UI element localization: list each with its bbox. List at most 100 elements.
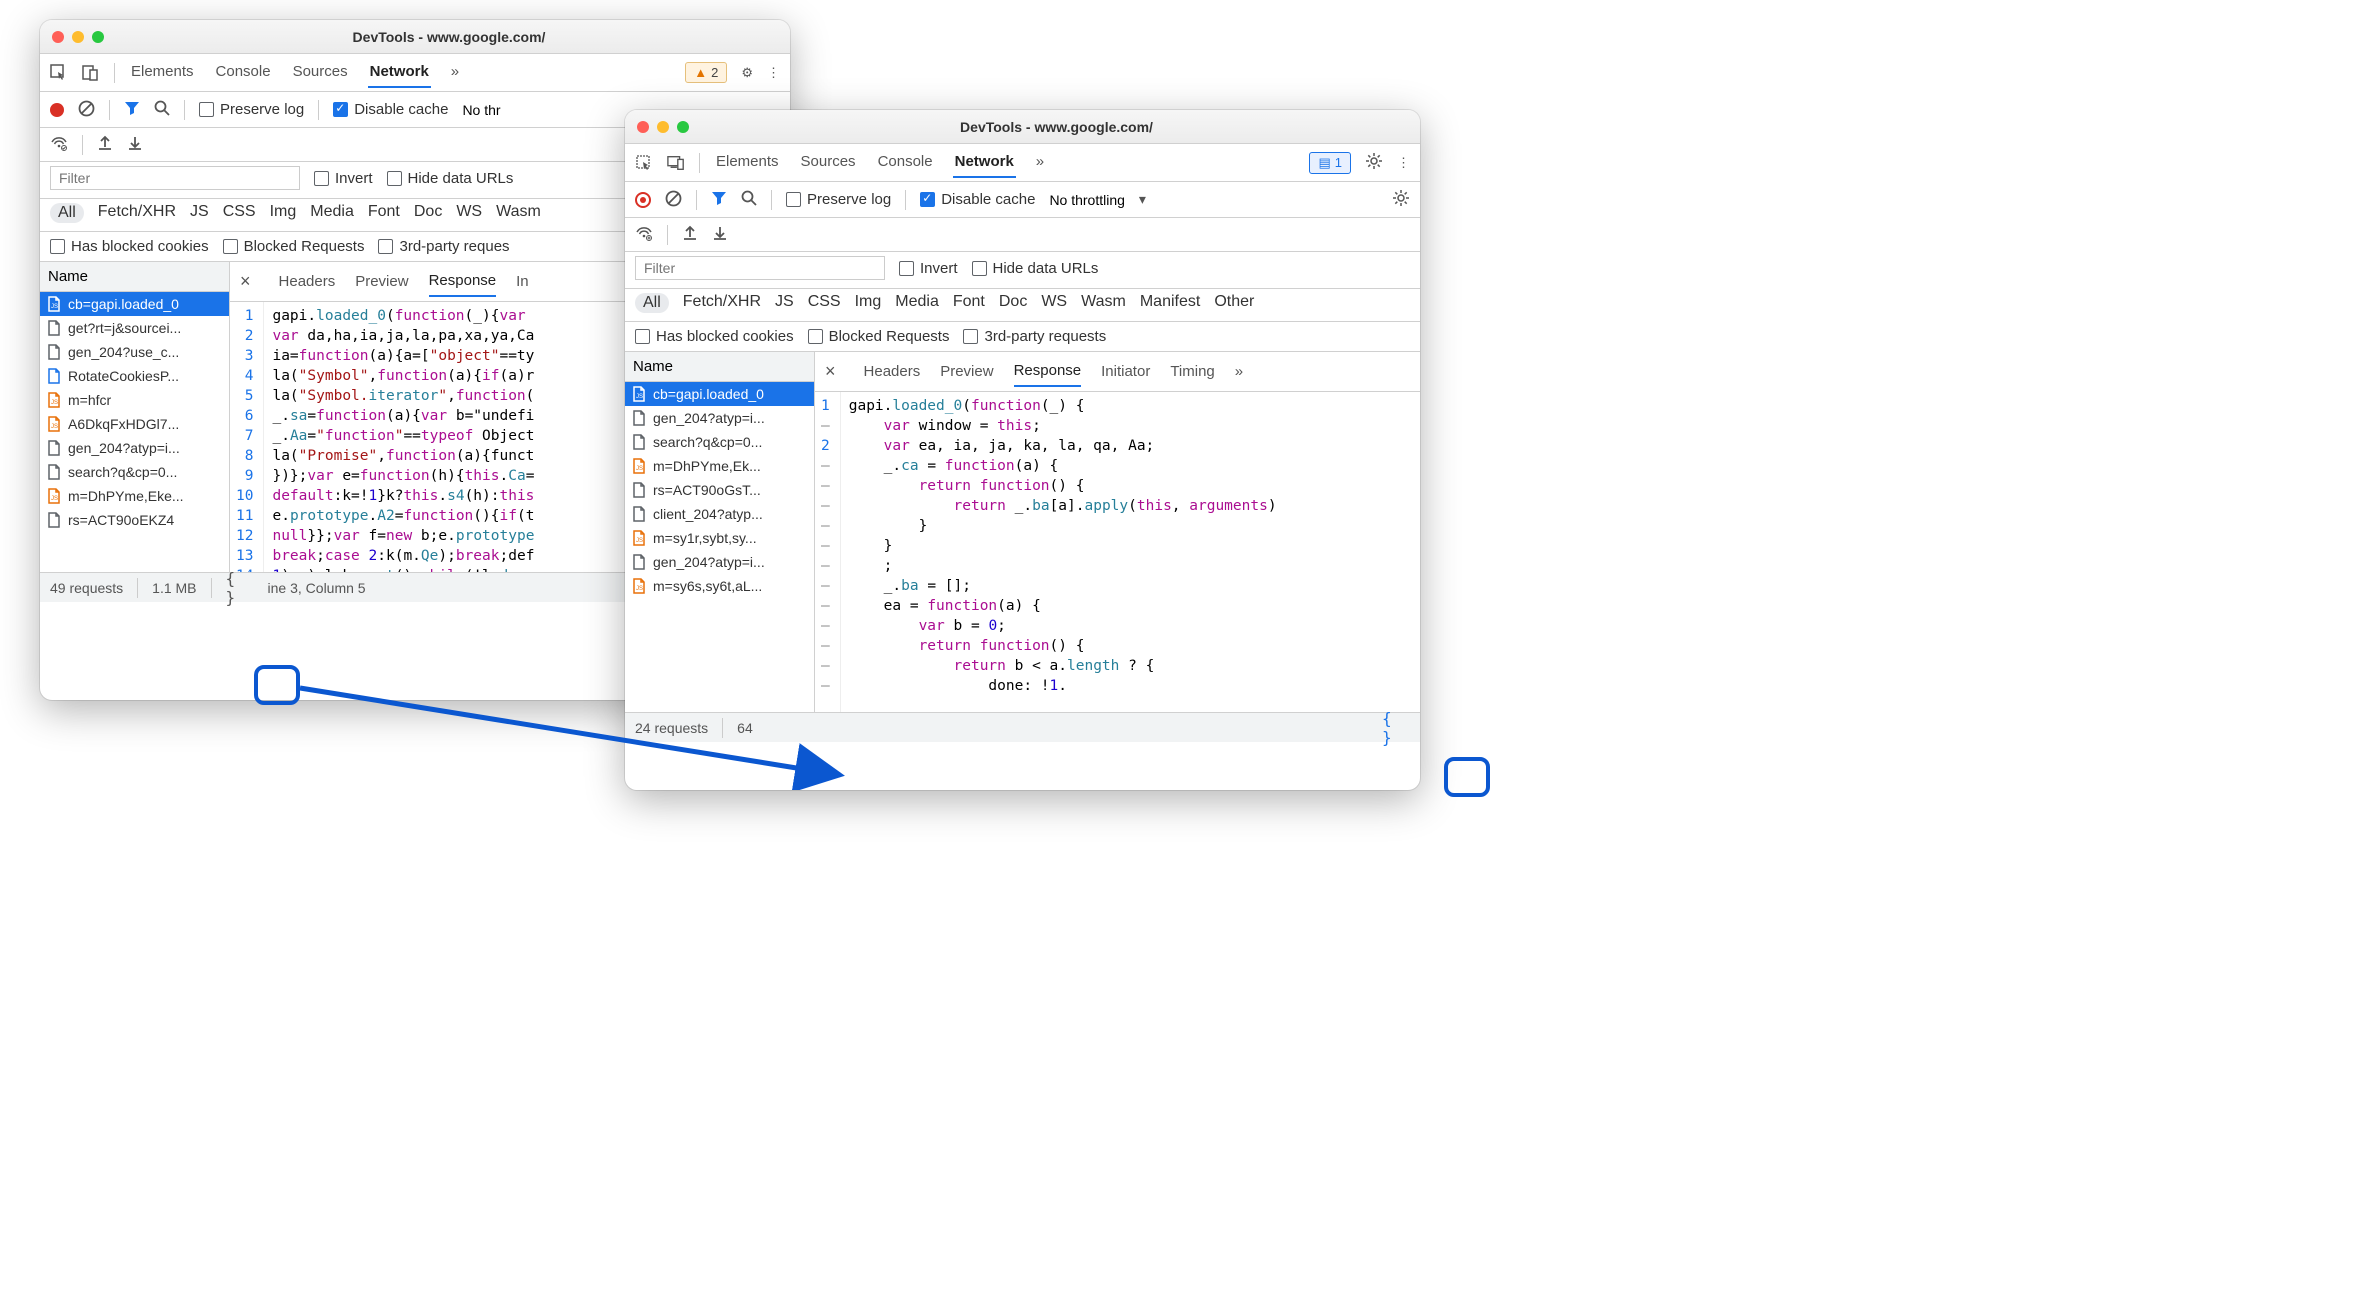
tab-network[interactable]: Network xyxy=(953,147,1016,178)
chip-fetch-xhr[interactable]: Fetch/XHR xyxy=(98,203,176,223)
pretty-print-button[interactable]: { } xyxy=(226,576,254,600)
request-row[interactable]: JScb=gapi.loaded_0 xyxy=(40,292,229,316)
chip-manifest[interactable]: Manifest xyxy=(1140,293,1200,313)
close-icon[interactable] xyxy=(52,31,64,43)
request-row[interactable]: search?q&cp=0... xyxy=(40,460,229,484)
warnings-badge[interactable]: ▲2 xyxy=(685,62,727,83)
third-party-checkbox[interactable]: 3rd-party requests xyxy=(963,328,1106,345)
invert-checkbox[interactable]: Invert xyxy=(899,260,958,277)
close-details-icon[interactable]: × xyxy=(825,361,844,382)
disable-cache-checkbox[interactable]: Disable cache xyxy=(920,191,1035,208)
has-blocked-cookies-checkbox[interactable]: Has blocked cookies xyxy=(635,328,794,345)
request-row[interactable]: client_204?atyp... xyxy=(625,502,814,526)
search-icon[interactable] xyxy=(741,190,757,209)
blocked-requests-checkbox[interactable]: Blocked Requests xyxy=(808,328,950,345)
code-body[interactable]: gapi.loaded_0(function(_){var var da,ha,… xyxy=(264,302,542,572)
tab-network[interactable]: Network xyxy=(368,57,431,88)
request-row[interactable]: RotateCookiesP... xyxy=(40,364,229,388)
clear-icon[interactable] xyxy=(665,190,682,210)
chip-css[interactable]: CSS xyxy=(808,293,841,313)
close-icon[interactable] xyxy=(637,121,649,133)
tab-sources[interactable]: Sources xyxy=(799,147,858,178)
upload-har-icon[interactable] xyxy=(97,135,113,154)
chip-wasm[interactable]: Wasm xyxy=(1081,293,1126,313)
device-icon[interactable] xyxy=(667,154,685,172)
search-icon[interactable] xyxy=(154,100,170,119)
request-row[interactable]: gen_204?use_c... xyxy=(40,340,229,364)
tab-initiator[interactable]: Initiator xyxy=(1101,357,1150,386)
chip-font[interactable]: Font xyxy=(368,203,400,223)
chevron-down-icon[interactable]: ▾ xyxy=(1139,191,1146,208)
zoom-icon[interactable] xyxy=(92,31,104,43)
filter-icon[interactable] xyxy=(711,190,727,209)
pretty-print-button[interactable]: { } xyxy=(1382,716,1410,740)
preserve-log-checkbox[interactable]: Preserve log xyxy=(199,101,304,118)
download-har-icon[interactable] xyxy=(712,225,728,244)
request-row[interactable]: gen_204?atyp=i... xyxy=(625,550,814,574)
disable-cache-checkbox[interactable]: Disable cache xyxy=(333,101,448,118)
chip-img[interactable]: Img xyxy=(270,203,297,223)
network-conditions-icon[interactable] xyxy=(50,134,68,155)
record-button[interactable] xyxy=(635,192,651,208)
name-header[interactable]: Name xyxy=(40,262,229,292)
invert-checkbox[interactable]: Invert xyxy=(314,170,373,187)
request-row[interactable]: gen_204?atyp=i... xyxy=(40,436,229,460)
tab-console[interactable]: Console xyxy=(214,57,273,88)
minimize-icon[interactable] xyxy=(72,31,84,43)
chip-all[interactable]: All xyxy=(635,293,669,313)
tabs-more[interactable]: » xyxy=(1034,147,1046,178)
request-row[interactable]: JSA6DkqFxHDGl7... xyxy=(40,412,229,436)
chip-doc[interactable]: Doc xyxy=(999,293,1027,313)
download-har-icon[interactable] xyxy=(127,135,143,154)
tabs-more[interactable]: » xyxy=(1235,357,1243,386)
inspect-icon[interactable] xyxy=(635,154,653,172)
device-icon[interactable] xyxy=(82,64,100,82)
network-settings-gear-icon[interactable] xyxy=(1392,189,1410,210)
close-details-icon[interactable]: × xyxy=(240,271,259,292)
clear-icon[interactable] xyxy=(78,100,95,120)
hide-data-urls-checkbox[interactable]: Hide data URLs xyxy=(387,170,514,187)
request-row[interactable]: rs=ACT90oGsT... xyxy=(625,478,814,502)
tab-timing[interactable]: Timing xyxy=(1170,357,1214,386)
request-row[interactable]: rs=ACT90oEKZ4 xyxy=(40,508,229,532)
request-row[interactable]: JSm=hfcr xyxy=(40,388,229,412)
tab-response[interactable]: Response xyxy=(429,266,497,297)
chip-js[interactable]: JS xyxy=(775,293,794,313)
request-row[interactable]: gen_204?atyp=i... xyxy=(625,406,814,430)
tab-elements[interactable]: Elements xyxy=(714,147,781,178)
tab-headers[interactable]: Headers xyxy=(864,357,921,386)
filter-icon[interactable] xyxy=(124,100,140,119)
messages-badge[interactable]: ▤1 xyxy=(1309,152,1351,174)
request-row[interactable]: JSm=DhPYme,Eke... xyxy=(40,484,229,508)
blocked-requests-checkbox[interactable]: Blocked Requests xyxy=(223,238,365,255)
request-row[interactable]: JSm=sy6s,sy6t,aL... xyxy=(625,574,814,598)
has-blocked-cookies-checkbox[interactable]: Has blocked cookies xyxy=(50,238,209,255)
request-row[interactable]: get?rt=j&sourcei... xyxy=(40,316,229,340)
chip-font[interactable]: Font xyxy=(953,293,985,313)
chip-doc[interactable]: Doc xyxy=(414,203,442,223)
request-row[interactable]: JScb=gapi.loaded_0 xyxy=(625,382,814,406)
third-party-checkbox[interactable]: 3rd-party reques xyxy=(378,238,509,255)
chip-ws[interactable]: WS xyxy=(456,203,482,223)
more-icon[interactable]: ⋮ xyxy=(767,65,780,81)
more-icon[interactable]: ⋮ xyxy=(1397,155,1410,171)
record-button[interactable] xyxy=(50,103,64,117)
tab-sources[interactable]: Sources xyxy=(291,57,350,88)
request-row[interactable]: search?q&cp=0... xyxy=(625,430,814,454)
chip-other[interactable]: Other xyxy=(1214,293,1254,313)
tab-initiator-short[interactable]: In xyxy=(516,267,529,296)
tab-preview[interactable]: Preview xyxy=(355,267,408,296)
preserve-log-checkbox[interactable]: Preserve log xyxy=(786,191,891,208)
throttling-dropdown[interactable]: No throttling xyxy=(1049,192,1124,208)
inspect-icon[interactable] xyxy=(50,64,68,82)
filter-input[interactable] xyxy=(635,256,885,280)
settings-gear-icon[interactable]: ⚙ xyxy=(741,65,753,81)
minimize-icon[interactable] xyxy=(657,121,669,133)
filter-input[interactable] xyxy=(50,166,300,190)
chip-wasm[interactable]: Wasm xyxy=(496,203,541,223)
chip-all[interactable]: All xyxy=(50,203,84,223)
tab-elements[interactable]: Elements xyxy=(129,57,196,88)
tabs-more[interactable]: » xyxy=(449,57,461,88)
chip-fetch-xhr[interactable]: Fetch/XHR xyxy=(683,293,761,313)
tab-console[interactable]: Console xyxy=(876,147,935,178)
